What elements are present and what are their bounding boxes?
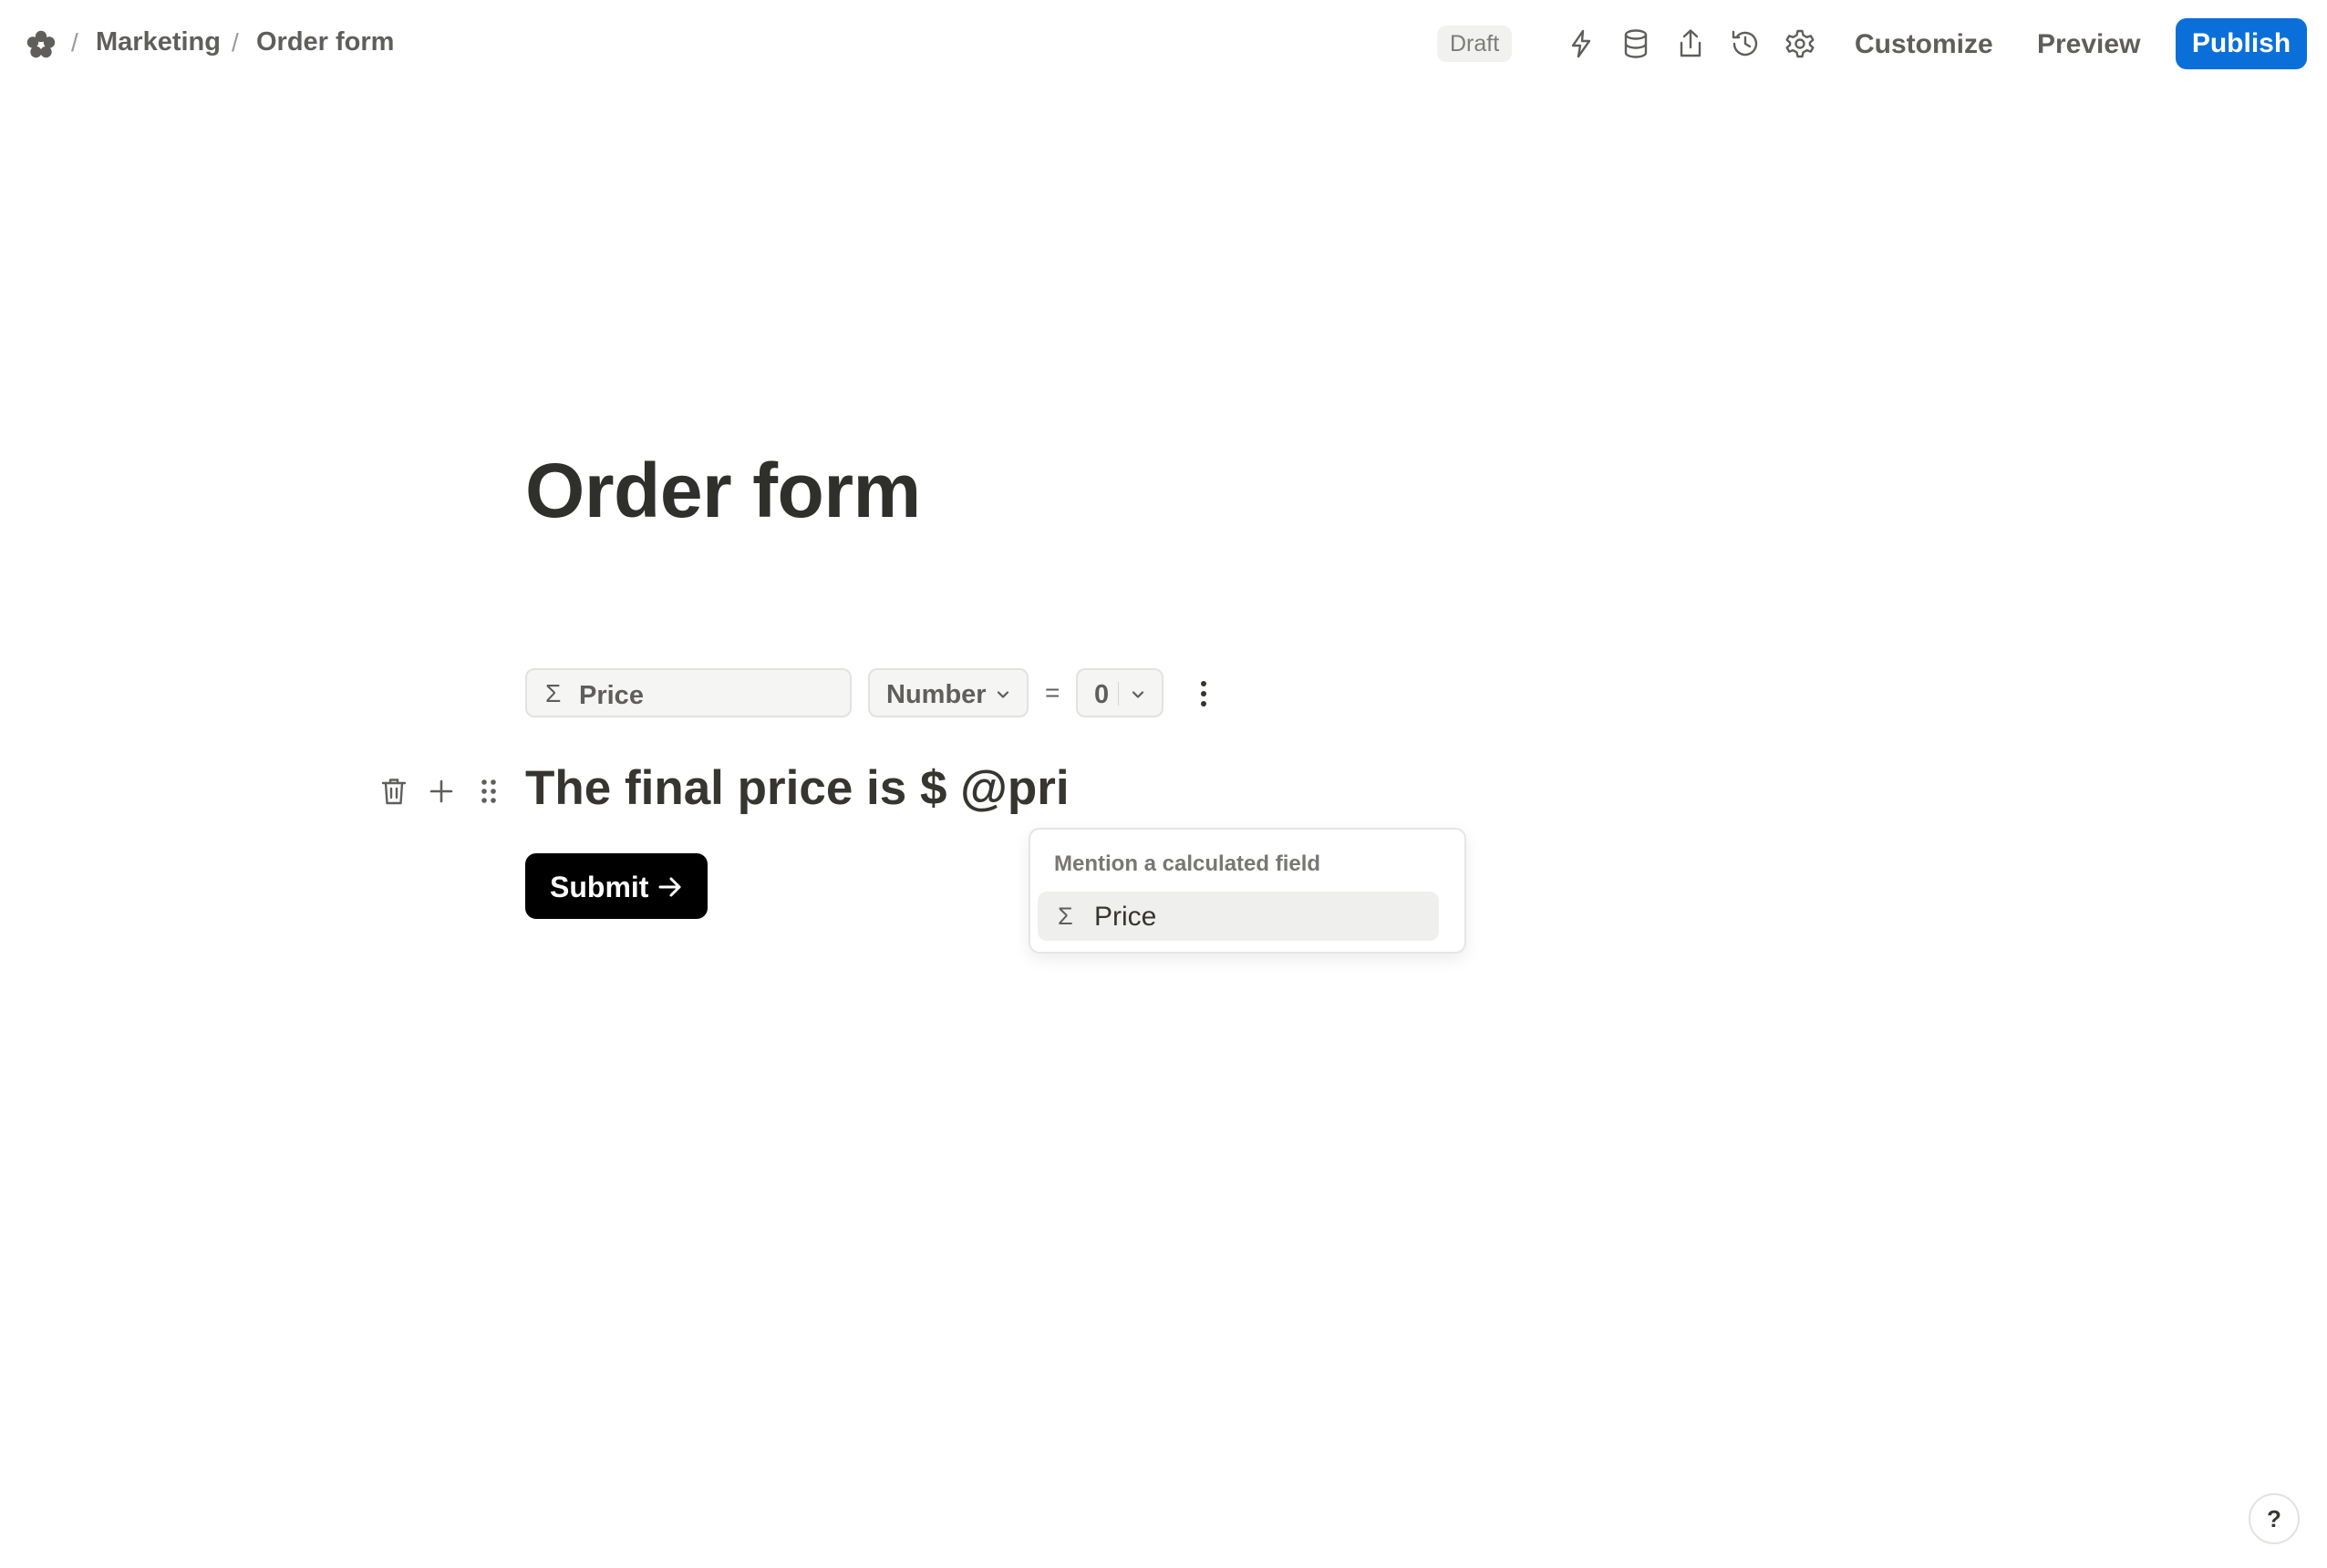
arrow-right-icon — [657, 873, 684, 901]
calculated-field-name-input[interactable]: Σ Price — [525, 668, 852, 717]
more-options-icon[interactable] — [1189, 678, 1218, 709]
status-badge: Draft — [1437, 26, 1513, 62]
submit-button[interactable]: Submit — [525, 853, 708, 919]
database-icon[interactable] — [1619, 27, 1652, 60]
initial-value-select[interactable]: 0 — [1076, 668, 1164, 717]
customize-button[interactable]: Customize — [1855, 29, 1993, 60]
breadcrumb-order-form[interactable]: Order form — [256, 27, 394, 57]
publish-button[interactable]: Publish — [2176, 18, 2307, 69]
mention-dropdown: Mention a calculated field Σ Price — [1029, 828, 1466, 954]
share-icon[interactable] — [1674, 27, 1707, 60]
gear-icon[interactable] — [1784, 27, 1816, 60]
add-block-icon[interactable] — [425, 775, 458, 808]
submit-label: Submit — [550, 871, 649, 903]
preview-button[interactable]: Preview — [2037, 29, 2140, 60]
field-type-value: Number — [886, 680, 987, 709]
value-divider — [1118, 682, 1119, 706]
equals-sign: = — [1045, 678, 1060, 707]
field-type-select[interactable]: Number — [868, 668, 1029, 717]
breadcrumb-separator: / — [232, 28, 239, 57]
mention-option-label: Price — [1094, 902, 1157, 932]
chevron-down-icon — [994, 686, 1012, 704]
lightning-icon[interactable] — [1565, 27, 1598, 60]
breadcrumb-separator: / — [71, 28, 78, 57]
top-bar: / Marketing / Order form Draft Customize… — [0, 0, 2327, 89]
calculated-field-name: Price — [579, 681, 644, 710]
form-title[interactable]: Order form — [525, 447, 921, 535]
history-icon[interactable] — [1729, 27, 1762, 60]
breadcrumb-marketing[interactable]: Marketing — [96, 27, 221, 57]
sigma-icon: Σ — [1058, 903, 1073, 930]
mention-dropdown-heading: Mention a calculated field — [1054, 851, 1321, 876]
help-button[interactable]: ? — [2249, 1493, 2300, 1544]
initial-value: 0 — [1094, 680, 1110, 709]
flower-logo-icon[interactable] — [26, 29, 57, 60]
text-block-editor[interactable]: The final price is $ @pri — [525, 760, 1070, 816]
trash-icon[interactable] — [377, 775, 410, 808]
drag-handle-icon[interactable] — [472, 775, 505, 808]
sigma-icon: Σ — [545, 679, 562, 707]
mention-option-price[interactable]: Σ Price — [1038, 892, 1439, 941]
chevron-down-icon — [1129, 686, 1147, 704]
